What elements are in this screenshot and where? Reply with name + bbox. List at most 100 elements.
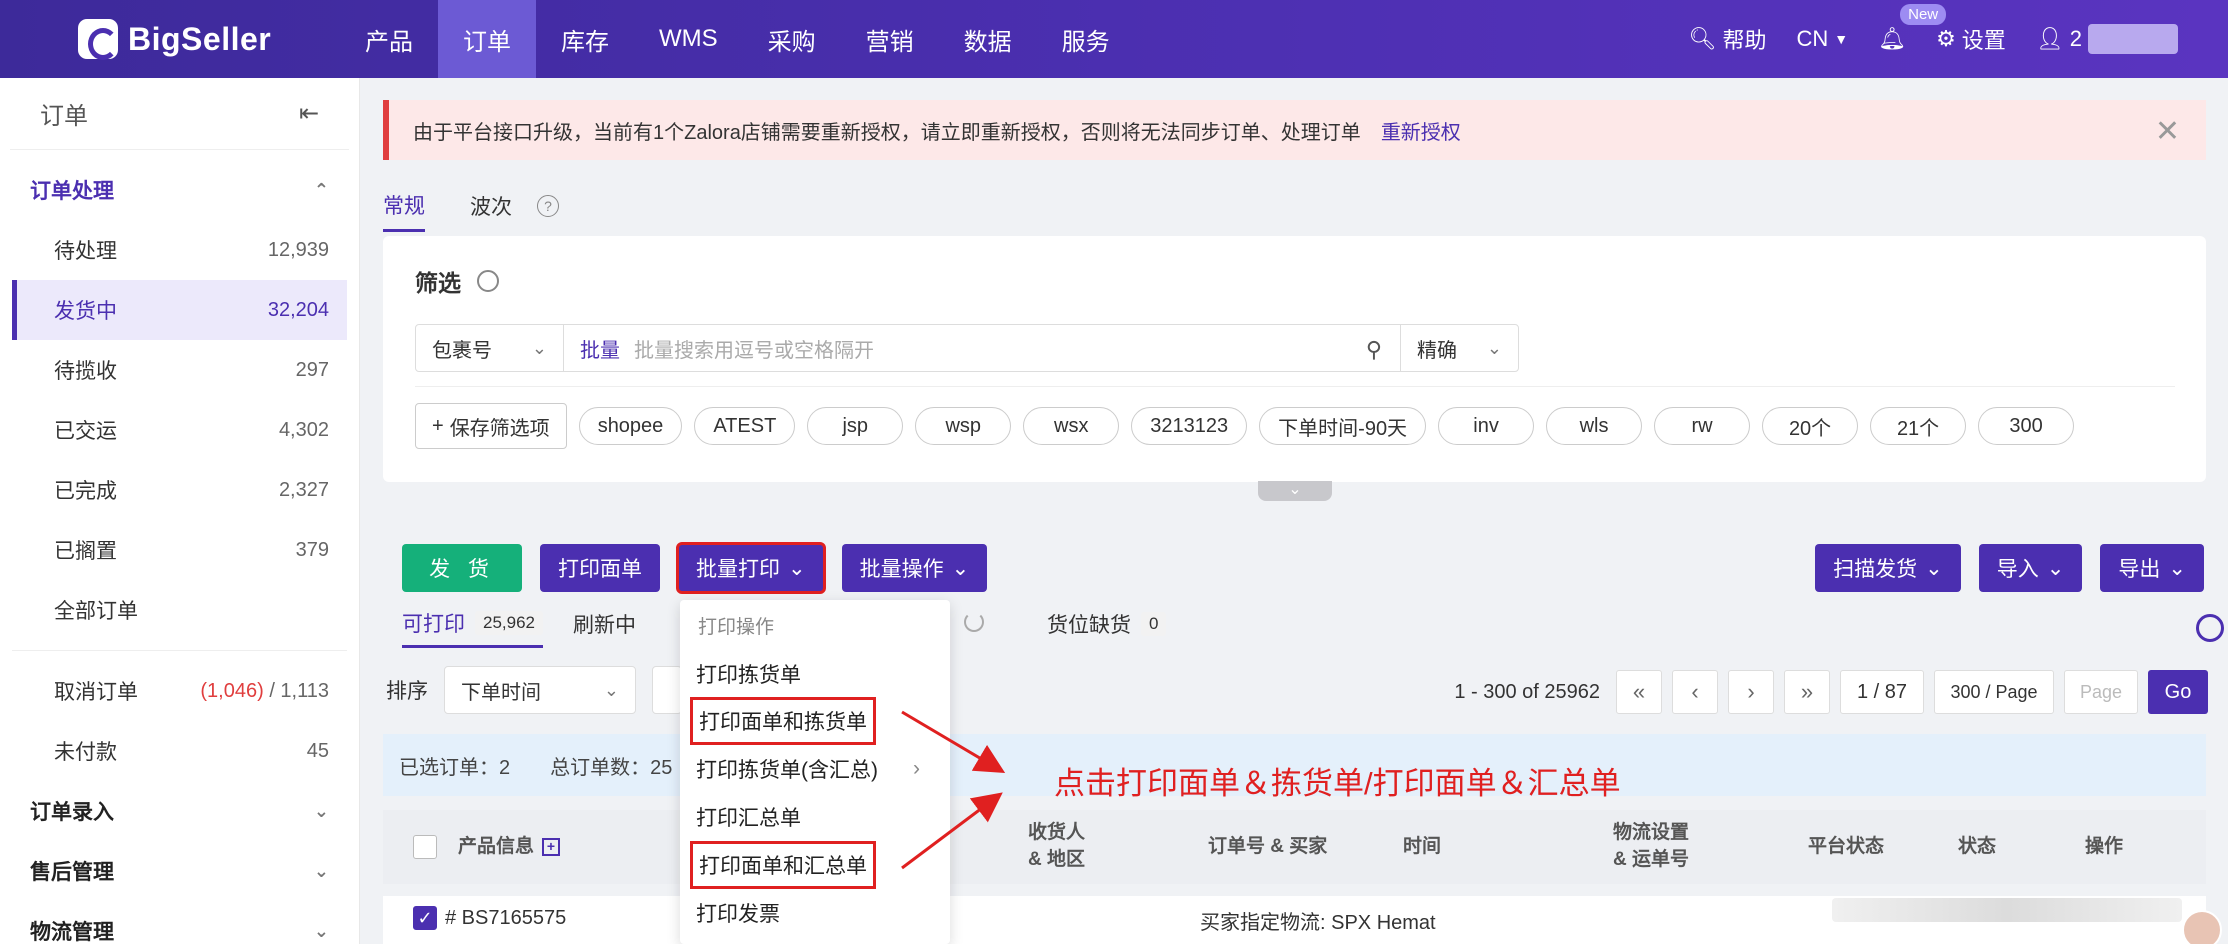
filter-chip[interactable]: 21个	[1870, 407, 1967, 445]
menu-item-print-summary[interactable]: 打印汇总单	[690, 794, 940, 840]
col-product: 产品信息 +	[458, 810, 561, 884]
sidebar-item-unpaid[interactable]: 未付款 45	[12, 721, 347, 781]
nav-item-marketing[interactable]: 营销	[841, 0, 939, 78]
prev-page-button[interactable]: ‹	[1672, 670, 1718, 714]
menu-item-print-picklist[interactable]: 打印拣货单	[690, 651, 940, 697]
brand-logo[interactable]: BigSeller	[78, 18, 271, 60]
filter-chip[interactable]: wls	[1546, 407, 1643, 445]
sidebar-item-all-orders[interactable]: 全部订单	[12, 580, 347, 640]
sidebar-item-count: 379	[295, 538, 329, 561]
filter-chip[interactable]: 20个	[1762, 407, 1859, 445]
nav-item-orders[interactable]: 订单	[438, 0, 536, 78]
search-input[interactable]: 批量 批量搜索用逗号或空格隔开 ⚲	[564, 325, 1400, 371]
expand-plus-icon[interactable]: +	[542, 838, 561, 856]
menu-item-print-invoice[interactable]: 打印发票	[690, 890, 940, 936]
batch-print-button[interactable]: 批量打印 ⌄	[676, 542, 826, 594]
go-button[interactable]: Go	[2148, 670, 2208, 714]
sidebar: 订单 ⇤ 订单处理 ⌃ 待处理 12,939 发货中 32,204 待揽收 297 已…	[0, 78, 360, 944]
sidebar-group-logistics[interactable]: 物流管理 ⌄	[0, 901, 359, 944]
print-label-button[interactable]: 打印面单	[540, 544, 660, 592]
filter-chip[interactable]: rw	[1654, 407, 1751, 445]
filter-chip[interactable]: 3213123	[1131, 407, 1248, 445]
menu-item-print-picklist-with-summary[interactable]: 打印拣货单(含汇总) ›	[690, 746, 940, 792]
sidebar-group-order-entry[interactable]: 订单录入 ⌄	[0, 781, 359, 841]
export-button[interactable]: 导出 ⌄	[2100, 544, 2204, 592]
tab-label: 刷新中	[573, 614, 636, 637]
nav-item-products[interactable]: 产品	[340, 0, 438, 78]
collapse-menu-icon[interactable]: ⇤	[299, 99, 319, 128]
search-icon[interactable]: ⚲	[1366, 337, 1382, 363]
settings-link[interactable]: ⚙ 设置	[1936, 23, 2006, 55]
sidebar-item-shipping[interactable]: 发货中 32,204	[12, 280, 347, 340]
package-number[interactable]: # BS7165575	[445, 907, 566, 930]
menu-item-print-label-and-summary[interactable]: 打印面单和汇总单	[690, 841, 940, 889]
check-icon[interactable]: ✓	[413, 906, 437, 930]
refresh-icon[interactable]	[964, 612, 984, 632]
filter-chip[interactable]: 下单时间-90天	[1259, 407, 1427, 445]
sidebar-item-pending[interactable]: 待处理 12,939	[12, 220, 347, 280]
page-size-select[interactable]: 300 / Page	[1934, 670, 2054, 714]
tab-printable[interactable]: 可打印 25,962	[402, 600, 543, 648]
sidebar-group-label: 物流管理	[30, 921, 114, 944]
batch-operations-button[interactable]: 批量操作 ⌄	[841, 544, 988, 592]
filter-chip[interactable]: wsp	[915, 407, 1012, 445]
batch-search-toggle[interactable]: 批量	[580, 334, 620, 363]
sidebar-item-handed-over[interactable]: 已交运 4,302	[12, 400, 347, 460]
sidebar-item-label: 待处理	[54, 240, 117, 263]
cancel-total-count: / 1,113	[263, 679, 329, 702]
sort-select[interactable]: 下单时间 ⌄	[444, 666, 636, 714]
question-icon[interactable]: ?	[537, 195, 559, 217]
filter-chip[interactable]: jsp	[807, 407, 904, 445]
sidebar-item-completed[interactable]: 已完成 2,327	[12, 460, 347, 520]
close-icon[interactable]: ✕	[2155, 114, 2180, 149]
match-mode-select[interactable]: 精确 ⌄	[1400, 325, 1518, 371]
filter-chip[interactable]: wsx	[1023, 407, 1120, 445]
search-field-select[interactable]: 包裹号 ⌄	[416, 325, 564, 371]
tab-label: 可打印	[402, 612, 465, 636]
sidebar-item-cancelled[interactable]: 取消订单 (1,046) / 1,113	[12, 661, 347, 721]
tab-regular[interactable]: 常规	[383, 180, 425, 232]
help-link[interactable]: 🔍︎ 帮助	[1689, 23, 1767, 55]
checkbox[interactable]	[413, 835, 437, 859]
language-selector[interactable]: CN ▼	[1796, 26, 1848, 52]
sort-order-select[interactable]	[652, 666, 682, 714]
scan-ship-button[interactable]: 扫描发货 ⌄	[1815, 544, 1961, 592]
view-tabs: 常规 波次 ?	[383, 180, 559, 232]
filter-chip[interactable]: 300	[1978, 407, 2075, 445]
sidebar-item-awaiting-pickup[interactable]: 待揽收 297	[12, 340, 347, 400]
chevron-down-icon: ⌄	[313, 920, 329, 941]
save-filter-button[interactable]: + 保存筛选项	[415, 403, 567, 449]
ship-button[interactable]: 发 货	[402, 544, 522, 592]
last-page-button[interactable]: »	[1784, 670, 1830, 714]
support-avatar[interactable]	[2182, 910, 2222, 944]
tab-out-of-stock[interactable]: 货位缺货 0	[1047, 600, 1167, 648]
col-order-no: 订单号 & 买家	[1208, 835, 1328, 857]
nav-item-data[interactable]: 数据	[939, 0, 1037, 78]
nav-item-inventory[interactable]: 库存	[536, 0, 634, 78]
import-button[interactable]: 导入 ⌄	[1978, 544, 2083, 592]
menu-item-print-label-and-picklist[interactable]: 打印面单和拣货单	[690, 697, 940, 745]
sidebar-group-after-sales[interactable]: 售后管理 ⌄	[0, 841, 359, 901]
sidebar-item-on-hold[interactable]: 已搁置 379	[12, 520, 347, 580]
first-page-button[interactable]: «	[1616, 670, 1662, 714]
gear-icon[interactable]	[477, 270, 499, 292]
tab-refreshing[interactable]: 刷新中	[573, 600, 636, 648]
nav-item-wms[interactable]: WMS	[634, 0, 743, 78]
nav-item-services[interactable]: 服务	[1037, 0, 1135, 78]
row-select[interactable]: ✓ # BS7165575	[413, 906, 566, 930]
reauthorize-link[interactable]: 重新授权	[1381, 116, 1461, 145]
search-icon[interactable]	[2196, 614, 2224, 642]
nav-item-purchase[interactable]: 采购	[743, 0, 841, 78]
user-menu[interactable]: 👤︎ 2	[2036, 24, 2178, 54]
col-status: 状态	[1958, 835, 1997, 857]
next-page-button[interactable]: ›	[1728, 670, 1774, 714]
tab-wave[interactable]: 波次	[470, 180, 512, 232]
expand-filters-toggle[interactable]: ⌄	[1258, 481, 1332, 501]
filter-chip[interactable]: ATEST	[694, 407, 796, 445]
filter-chip[interactable]: shopee	[578, 407, 683, 445]
notification-button[interactable]: 🔔︎ New	[1878, 4, 1947, 52]
page-jump-input[interactable]: Page	[2064, 670, 2138, 714]
filter-chip[interactable]: inv	[1438, 407, 1535, 445]
sidebar-group-order-processing[interactable]: 订单处理 ⌃	[0, 160, 359, 220]
select-all-checkbox[interactable]	[413, 810, 437, 884]
